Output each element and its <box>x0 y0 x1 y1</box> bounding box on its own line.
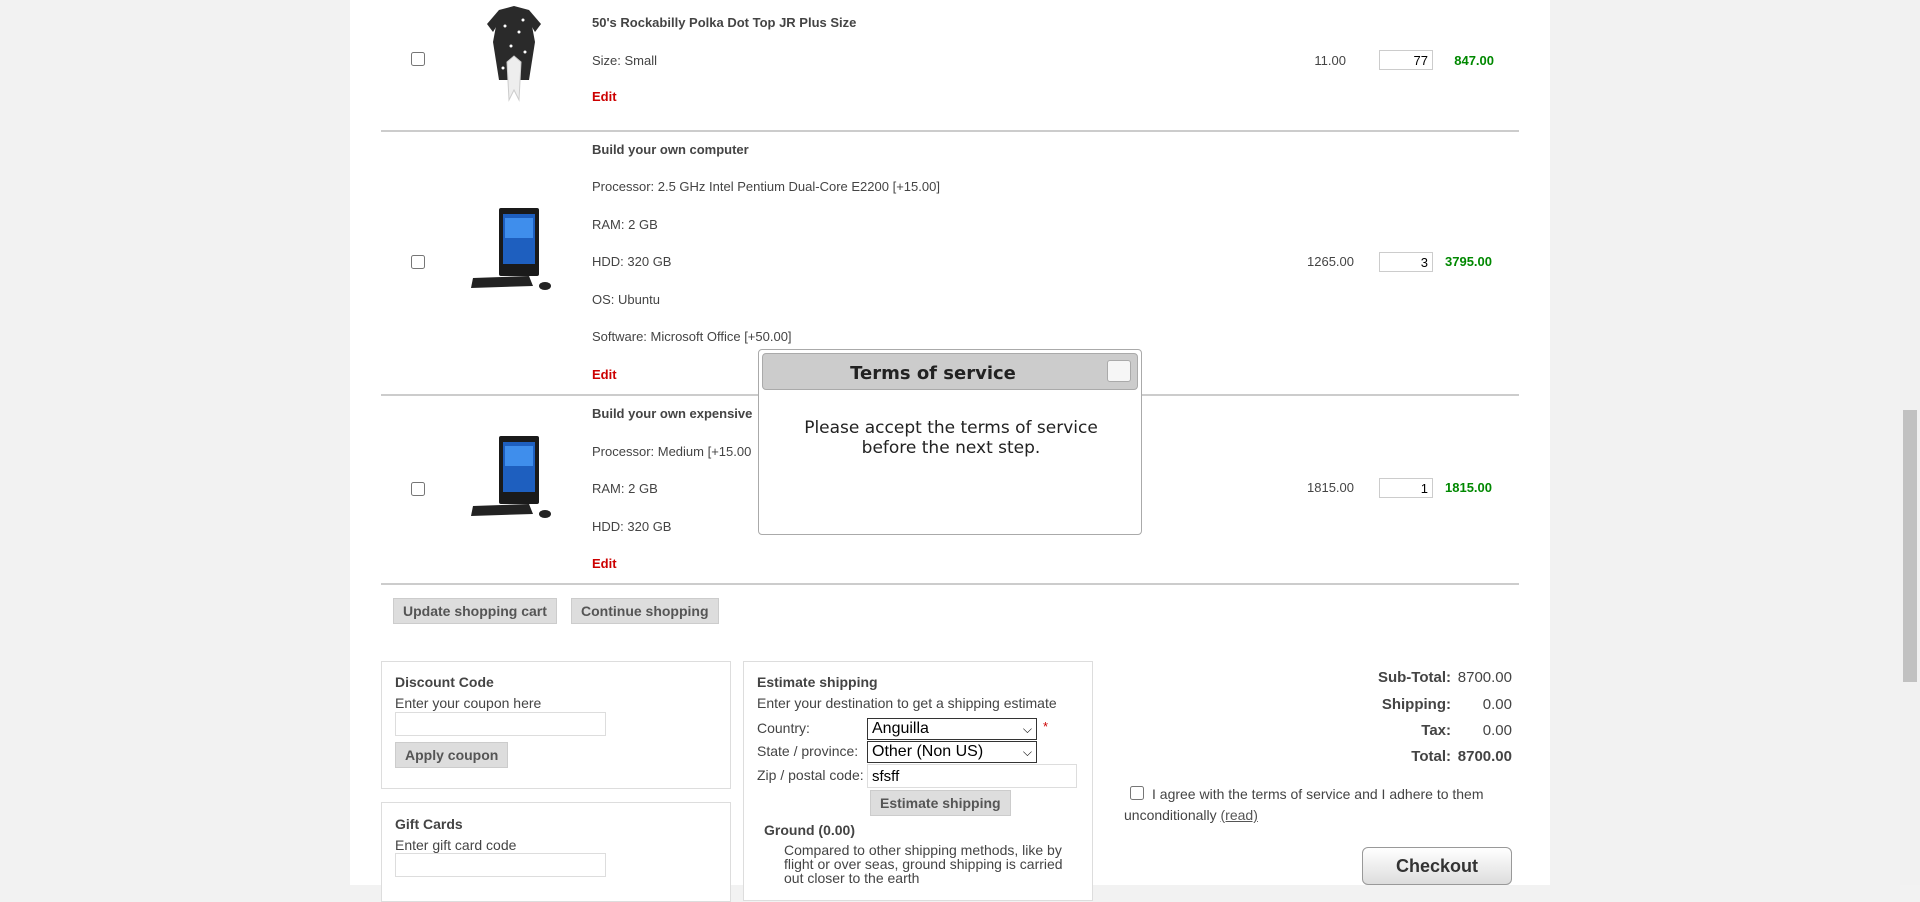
state-select[interactable]: Other (Non US) ⌵ <box>867 741 1037 763</box>
country-label: Country: <box>757 720 810 736</box>
cart-row: 50's Rockabilly Polka Dot Top JR Plus Si… <box>381 0 1519 132</box>
shipping-title: Estimate shipping <box>757 674 878 690</box>
product-attribute: Size: Small <box>592 53 658 68</box>
state-label: State / province: <box>757 743 859 759</box>
remove-item-checkbox[interactable] <box>411 52 425 66</box>
product-attribute: Processor: 2.5 GHz Intel Pentium Dual-Co… <box>592 179 940 194</box>
modal-header: Terms of service <box>762 353 1138 390</box>
scrollbar[interactable] <box>1900 0 1920 885</box>
shipping-hint: Enter your destination to get a shipping… <box>757 695 1057 711</box>
country-select[interactable]: Anguilla ⌵ <box>867 718 1037 740</box>
discount-box: Discount Code Enter your coupon here App… <box>381 661 731 789</box>
estimate-shipping-box: Estimate shipping Enter your destination… <box>743 661 1093 901</box>
zip-label: Zip / postal code: <box>757 767 864 783</box>
shipping-value: 0.00 <box>1482 696 1512 713</box>
item-subtotal: 1815.00 <box>1445 480 1492 495</box>
zip-input[interactable] <box>867 764 1077 788</box>
update-cart-button[interactable]: Update shopping cart <box>393 598 557 624</box>
terms-text: I agree with the terms of service and I … <box>1124 784 1514 826</box>
edit-link[interactable]: Edit <box>592 556 617 571</box>
unit-price: 11.00 <box>1314 53 1346 68</box>
modal-message: Please accept the terms of service befor… <box>804 418 1098 458</box>
product-attribute: HDD: 320 GB <box>592 519 672 534</box>
unit-price: 1815.00 <box>1307 480 1354 495</box>
remove-item-checkbox[interactable] <box>411 482 425 496</box>
discount-hint: Enter your coupon here <box>395 695 542 711</box>
giftcards-title: Gift Cards <box>395 816 463 832</box>
item-subtotal: 847.00 <box>1454 53 1494 68</box>
item-subtotal: 3795.00 <box>1445 254 1492 269</box>
state-value: Other (Non US) <box>872 743 984 760</box>
scrollbar-thumb[interactable] <box>1903 410 1917 682</box>
estimate-shipping-button[interactable]: Estimate shipping <box>870 790 1011 816</box>
giftcards-hint: Enter gift card code <box>395 837 517 853</box>
chevron-down-icon: ⌵ <box>1022 722 1032 736</box>
desktop-computer-image <box>471 436 551 518</box>
product-attribute: Software: Microsoft Office [+50.00] <box>592 329 792 344</box>
terms-read-link[interactable]: (read) <box>1221 807 1258 823</box>
discount-title: Discount Code <box>395 674 494 690</box>
product-name[interactable]: 50's Rockabilly Polka Dot Top JR Plus Si… <box>592 15 856 30</box>
product-attribute: RAM: 2 GB <box>592 217 658 232</box>
giftcard-input[interactable] <box>395 853 606 877</box>
product-attribute: OS: Ubuntu <box>592 292 660 307</box>
shipping-option-desc: Compared to other shipping methods, like… <box>784 842 1063 886</box>
shipping-option-name: Ground (0.00) <box>764 822 856 838</box>
giftcards-box: Gift Cards Enter gift card code <box>381 802 731 902</box>
terms-modal: Terms of service Please accept the terms… <box>758 349 1142 535</box>
edit-link[interactable]: Edit <box>592 367 617 382</box>
product-attribute: Processor: Medium [+15.00 <box>592 444 752 459</box>
tax-value: 0.00 <box>1482 722 1512 739</box>
chevron-down-icon: ⌵ <box>1022 745 1032 759</box>
coupon-input[interactable] <box>395 712 606 736</box>
apply-coupon-button[interactable]: Apply coupon <box>395 742 509 768</box>
product-name[interactable]: Build your own computer <box>592 142 749 157</box>
total-value: 8700.00 <box>1457 748 1512 765</box>
product-attribute: RAM: 2 GB <box>592 481 658 496</box>
subtotal-value: 8700.00 <box>1457 669 1512 686</box>
country-value: Anguilla <box>872 720 929 737</box>
checkout-button[interactable]: Checkout <box>1362 847 1512 885</box>
close-button[interactable] <box>1107 360 1131 382</box>
continue-shopping-button[interactable]: Continue shopping <box>571 598 719 624</box>
terms-agree-text: I agree with the terms of service and I … <box>1124 786 1484 823</box>
modal-title: Terms of service <box>850 363 1016 384</box>
product-attribute: HDD: 320 GB <box>592 254 672 269</box>
unit-price: 1265.00 <box>1307 254 1354 269</box>
required-mark: * <box>1043 719 1049 734</box>
desktop-computer-image <box>471 208 551 290</box>
polka-dot-top-image <box>487 6 541 102</box>
product-name[interactable]: Build your own expensive <box>592 406 752 421</box>
edit-link[interactable]: Edit <box>592 89 617 104</box>
remove-item-checkbox[interactable] <box>411 255 425 269</box>
